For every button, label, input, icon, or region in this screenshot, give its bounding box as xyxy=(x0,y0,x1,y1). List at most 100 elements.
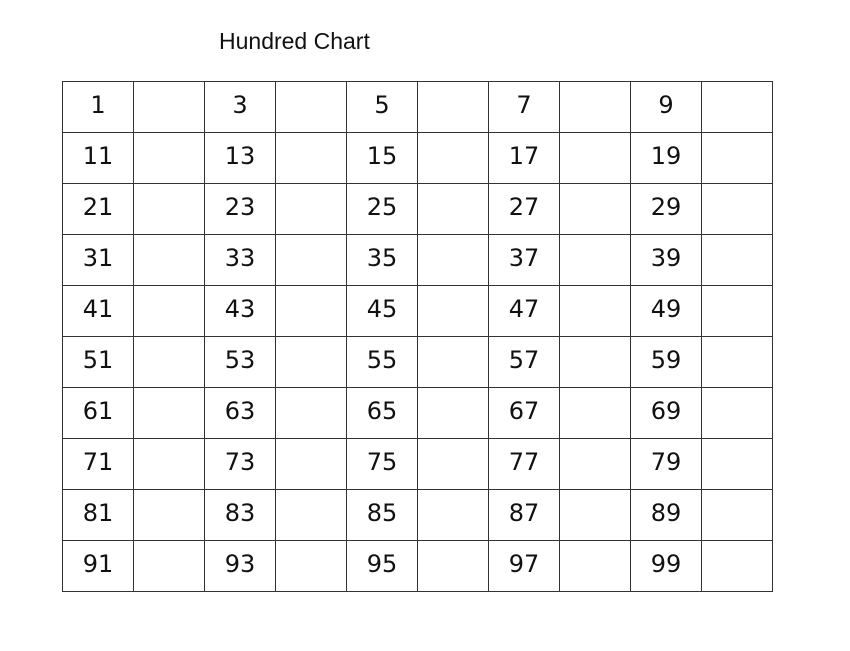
blank-cell xyxy=(133,132,205,184)
number-cell: 57 xyxy=(488,336,560,388)
number-cell: 67 xyxy=(488,387,560,439)
cell-value: 41 xyxy=(82,295,114,323)
cell-value: 9 xyxy=(658,91,674,119)
blank-cell xyxy=(417,285,489,337)
cell-value: 31 xyxy=(82,244,114,272)
number-cell: 77 xyxy=(488,438,560,490)
blank-cell xyxy=(275,540,347,592)
number-cell: 19 xyxy=(630,132,702,184)
number-cell: 21 xyxy=(62,183,134,235)
blank-cell xyxy=(559,438,631,490)
blank-cell xyxy=(417,81,489,133)
grid-row: 61 63 65 67 69 xyxy=(62,387,773,439)
blank-cell xyxy=(559,183,631,235)
cell-value: 57 xyxy=(508,346,540,374)
cell-value: 73 xyxy=(224,448,256,476)
grid-row: 11 13 15 17 19 xyxy=(62,132,773,184)
hundred-chart-grid: 1 3 5 7 9 11 13 15 17 19 21 23 25 27 29 31 33 35 37 39 41 43 4… xyxy=(62,81,773,592)
cell-value: 11 xyxy=(82,142,114,170)
cell-value: 39 xyxy=(650,244,682,272)
number-cell: 1 xyxy=(62,81,134,133)
blank-cell xyxy=(701,132,773,184)
number-cell: 5 xyxy=(346,81,418,133)
cell-value: 95 xyxy=(366,550,398,578)
cell-value: 53 xyxy=(224,346,256,374)
number-cell: 11 xyxy=(62,132,134,184)
blank-cell xyxy=(133,540,205,592)
blank-cell xyxy=(559,489,631,541)
cell-value: 33 xyxy=(224,244,256,272)
blank-cell xyxy=(133,489,205,541)
number-cell: 75 xyxy=(346,438,418,490)
number-cell: 25 xyxy=(346,183,418,235)
grid-row: 71 73 75 77 79 xyxy=(62,438,773,490)
blank-cell xyxy=(701,234,773,286)
number-cell: 79 xyxy=(630,438,702,490)
blank-cell xyxy=(417,132,489,184)
blank-cell xyxy=(275,285,347,337)
blank-cell xyxy=(701,285,773,337)
blank-cell xyxy=(275,438,347,490)
number-cell: 47 xyxy=(488,285,560,337)
number-cell: 99 xyxy=(630,540,702,592)
blank-cell xyxy=(275,234,347,286)
number-cell: 33 xyxy=(204,234,276,286)
number-cell: 63 xyxy=(204,387,276,439)
grid-row: 31 33 35 37 39 xyxy=(62,234,773,286)
number-cell: 59 xyxy=(630,336,702,388)
cell-value: 15 xyxy=(366,142,398,170)
number-cell: 69 xyxy=(630,387,702,439)
cell-value: 97 xyxy=(508,550,540,578)
blank-cell xyxy=(701,387,773,439)
number-cell: 91 xyxy=(62,540,134,592)
number-cell: 37 xyxy=(488,234,560,286)
number-cell: 13 xyxy=(204,132,276,184)
cell-value: 79 xyxy=(650,448,682,476)
blank-cell xyxy=(559,132,631,184)
blank-cell xyxy=(133,183,205,235)
cell-value: 77 xyxy=(508,448,540,476)
number-cell: 41 xyxy=(62,285,134,337)
cell-value: 43 xyxy=(224,295,256,323)
number-cell: 61 xyxy=(62,387,134,439)
number-cell: 3 xyxy=(204,81,276,133)
cell-value: 3 xyxy=(232,91,248,119)
blank-cell xyxy=(133,438,205,490)
cell-value: 51 xyxy=(82,346,114,374)
number-cell: 89 xyxy=(630,489,702,541)
blank-cell xyxy=(559,285,631,337)
blank-cell xyxy=(559,81,631,133)
cell-value: 5 xyxy=(374,91,390,119)
number-cell: 43 xyxy=(204,285,276,337)
cell-value: 13 xyxy=(224,142,256,170)
cell-value: 47 xyxy=(508,295,540,323)
number-cell: 87 xyxy=(488,489,560,541)
cell-value: 83 xyxy=(224,499,256,527)
blank-cell xyxy=(275,132,347,184)
blank-cell xyxy=(275,336,347,388)
cell-value: 17 xyxy=(508,142,540,170)
number-cell: 7 xyxy=(488,81,560,133)
cell-value: 89 xyxy=(650,499,682,527)
blank-cell xyxy=(417,438,489,490)
number-cell: 17 xyxy=(488,132,560,184)
blank-cell xyxy=(275,387,347,439)
number-cell: 29 xyxy=(630,183,702,235)
blank-cell xyxy=(133,387,205,439)
number-cell: 23 xyxy=(204,183,276,235)
number-cell: 93 xyxy=(204,540,276,592)
blank-cell xyxy=(133,234,205,286)
blank-cell xyxy=(417,540,489,592)
number-cell: 83 xyxy=(204,489,276,541)
cell-value: 85 xyxy=(366,499,398,527)
chart-title: Hundred Chart xyxy=(219,28,370,54)
cell-value: 25 xyxy=(366,193,398,221)
number-cell: 81 xyxy=(62,489,134,541)
cell-value: 55 xyxy=(366,346,398,374)
number-cell: 73 xyxy=(204,438,276,490)
number-cell: 27 xyxy=(488,183,560,235)
cell-value: 91 xyxy=(82,550,114,578)
cell-value: 23 xyxy=(224,193,256,221)
grid-row: 41 43 45 47 49 xyxy=(62,285,773,337)
cell-value: 7 xyxy=(516,91,532,119)
